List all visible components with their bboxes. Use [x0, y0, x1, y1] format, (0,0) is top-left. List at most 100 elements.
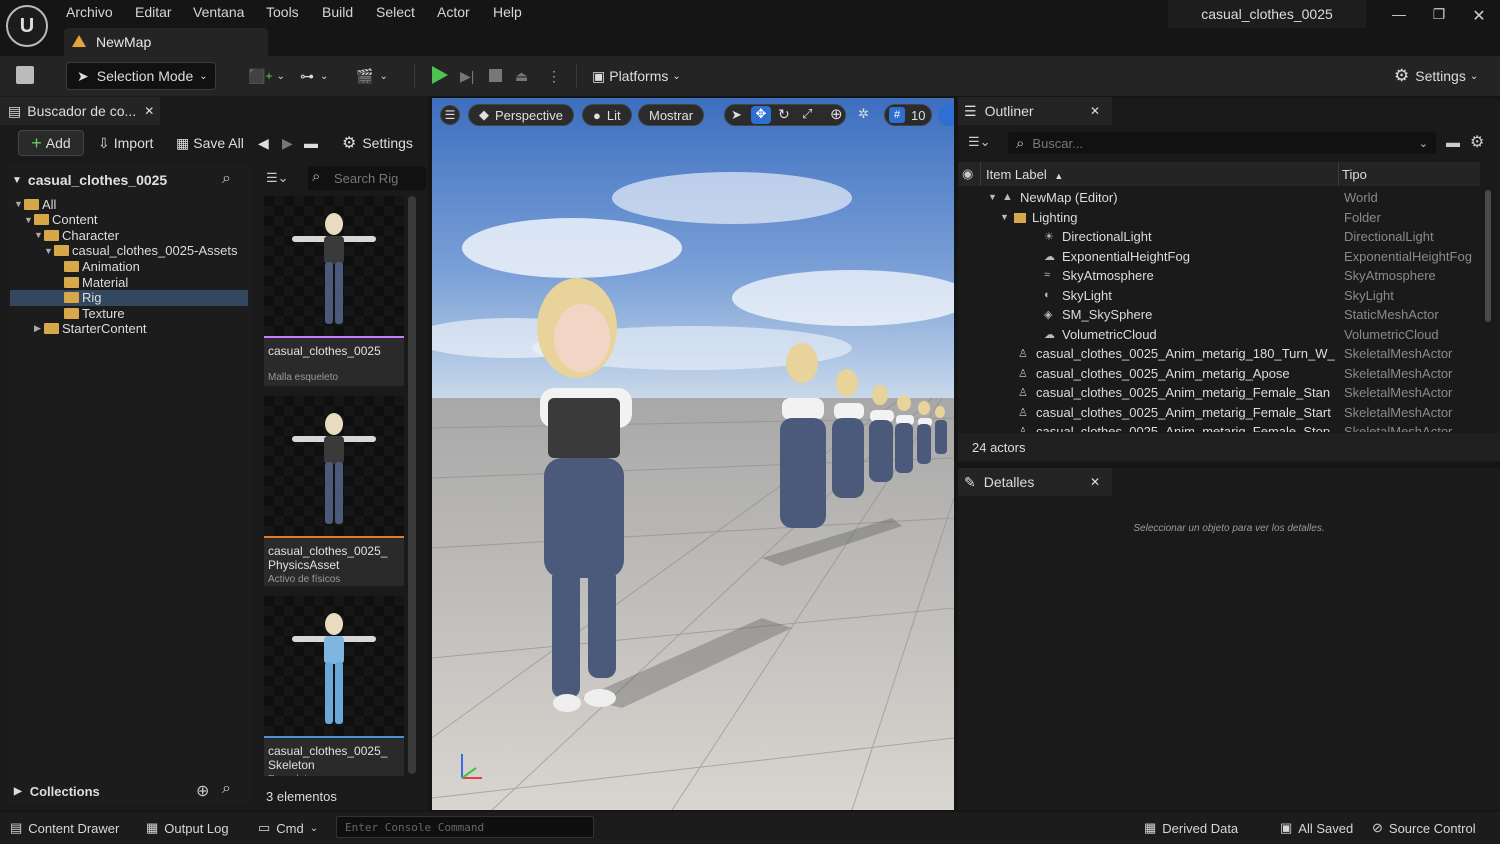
selection-mode-dropdown[interactable]: ➤ Selection Mode ⌄: [66, 62, 216, 90]
caret-down-icon[interactable]: ▼: [988, 192, 1000, 204]
scale-tool-icon[interactable]: ⤢: [802, 106, 812, 122]
add-button[interactable]: + Add: [18, 130, 84, 156]
outliner-row[interactable]: ♙ casual_clothes_0025_Anim_metarig_Female…: [958, 403, 1480, 423]
outliner-row[interactable]: ▼ Lighting Folder: [958, 208, 1480, 228]
more-options-icon[interactable]: ⋮: [547, 62, 561, 90]
show-button[interactable]: Mostrar: [638, 104, 705, 126]
content-browser-tab[interactable]: ▤ Buscador de co... ✕: [0, 97, 160, 125]
outliner-row[interactable]: ☁ ExponentialHeightFog ExponentialHeightFo…: [958, 247, 1480, 267]
unreal-logo-icon[interactable]: U: [6, 5, 48, 47]
asset-tile[interactable]: casual_clothes_0025_ PhysicsAsset Activo …: [264, 396, 404, 586]
tree-item-casual-clothes-0025-assets[interactable]: ▼ casual_clothes_0025-Assets: [10, 243, 248, 259]
lit-button[interactable]: ● Lit: [582, 104, 632, 126]
history-forward-icon[interactable]: ▶: [282, 130, 293, 156]
toolbar-settings-button[interactable]: ⚙ Settings ⌄: [1394, 62, 1478, 90]
tree-root[interactable]: ▼ casual_clothes_0025: [8, 168, 250, 192]
close-tab-icon[interactable]: ✕: [1090, 475, 1100, 489]
caret-icon[interactable]: ▶: [34, 323, 44, 334]
caret-down-icon[interactable]: ▼: [1000, 212, 1012, 224]
tree-item-texture[interactable]: Texture: [10, 305, 248, 321]
tree-item-rig[interactable]: Rig: [10, 289, 248, 306]
map-tab[interactable]: [64, 28, 268, 56]
level-viewport[interactable]: [432, 98, 954, 810]
tree-item-all[interactable]: ▼ All: [10, 196, 248, 212]
filter-icon[interactable]: ☰⌄: [266, 170, 289, 186]
menu-ventana[interactable]: Ventana: [193, 4, 244, 20]
outliner-row[interactable]: ▼ ▲ NewMap (Editor) World: [958, 188, 1480, 208]
menu-tools[interactable]: Tools: [266, 4, 299, 20]
history-back-icon[interactable]: ◀: [258, 130, 269, 156]
all-saved-button[interactable]: ▣ All Saved: [1280, 812, 1353, 844]
cb-settings-button[interactable]: ⚙ Settings: [342, 130, 413, 156]
save-icon[interactable]: [16, 66, 34, 84]
caret-icon[interactable]: ▼: [24, 215, 34, 225]
outliner-row[interactable]: ◈ SM_SkySphere StaticMeshActor: [958, 305, 1480, 325]
outliner-row[interactable]: ☁ VolumetricCloud VolumetricCloud: [958, 325, 1480, 345]
surface-snap-icon[interactable]: ✲: [858, 106, 869, 122]
play-icon[interactable]: [432, 66, 448, 84]
outliner-row[interactable]: ♙ casual_clothes_0025_Anim_metarig_Female…: [958, 422, 1480, 432]
close-window-icon[interactable]: ✕: [1464, 6, 1494, 26]
menu-help[interactable]: Help: [493, 4, 522, 20]
outliner-row[interactable]: ≈ SkyAtmosphere SkyAtmosphere: [958, 266, 1480, 286]
tree-item-content[interactable]: ▼ Content: [10, 212, 248, 228]
browse-folder-icon[interactable]: ▬: [304, 130, 318, 156]
viewport-menu-icon[interactable]: ☰: [440, 105, 460, 125]
derived-data-button[interactable]: ▦ Derived Data: [1144, 812, 1238, 844]
menu-select[interactable]: Select: [376, 4, 415, 20]
add-folder-icon[interactable]: ▬: [1446, 134, 1460, 150]
collections-header[interactable]: ▶ Collections: [8, 778, 250, 804]
world-space-icon[interactable]: ⊕: [830, 105, 843, 123]
close-tab-icon[interactable]: ✕: [1090, 104, 1100, 118]
tree-item-character[interactable]: ▼ Character: [10, 227, 248, 243]
details-tab[interactable]: ✎ Detalles ✕: [958, 468, 1112, 496]
filter-icon[interactable]: ☰⌄: [968, 134, 991, 150]
asset-scrollbar[interactable]: [408, 196, 416, 774]
content-drawer-button[interactable]: ▤ Content Drawer: [10, 812, 119, 844]
outliner-row[interactable]: ◐ SkyLight SkyLight: [958, 286, 1480, 306]
tree-item-animation[interactable]: Animation: [10, 258, 248, 274]
rotate-tool-icon[interactable]: ↻: [778, 106, 790, 123]
platforms-dropdown[interactable]: ▣ Platforms ⌄: [592, 62, 681, 90]
select-tool-icon[interactable]: ➤: [731, 107, 742, 123]
menu-archivo[interactable]: Archivo: [66, 4, 113, 20]
outliner-scrollbar[interactable]: [1485, 190, 1491, 322]
tree-item-material[interactable]: Material: [10, 274, 248, 290]
col-item-label[interactable]: Item Label ▲: [986, 167, 1063, 182]
search-icon[interactable]: ⌕: [222, 170, 231, 188]
outliner-search-input[interactable]: ⌕ Buscar... ⌄: [1008, 132, 1436, 154]
outliner-row[interactable]: ♙ casual_clothes_0025_Anim_metarig_Female…: [958, 383, 1480, 403]
menu-build[interactable]: Build: [322, 4, 353, 20]
visibility-eye-icon[interactable]: ◉: [962, 166, 973, 182]
move-tool-icon[interactable]: ✥: [751, 106, 771, 124]
eject-icon[interactable]: ⏏: [515, 62, 528, 90]
advance-frame-icon[interactable]: ▶|: [460, 62, 474, 90]
add-collection-icon[interactable]: ⊕: [196, 781, 209, 801]
menu-actor[interactable]: Actor: [437, 4, 470, 20]
source-control-button[interactable]: ⊘ Source Control: [1372, 812, 1476, 844]
outliner-row[interactable]: ♙ casual_clothes_0025_Anim_metarig_Apose S…: [958, 364, 1480, 384]
outliner-row[interactable]: ☀ DirectionalLight DirectionalLight: [958, 227, 1480, 247]
save-all-button[interactable]: ▦ Save All: [176, 130, 244, 156]
stop-icon[interactable]: [489, 69, 502, 82]
output-log-button[interactable]: ▦ Output Log: [146, 812, 229, 844]
asset-tile[interactable]: casual_clothes_0025 Malla esqueleto: [264, 196, 404, 386]
console-input[interactable]: Enter Console Command: [336, 816, 594, 838]
restore-icon[interactable]: ❐: [1424, 6, 1454, 26]
gear-icon[interactable]: ⚙: [1470, 132, 1484, 152]
menu-editar[interactable]: Editar: [135, 4, 172, 20]
cmd-dropdown[interactable]: ▭ Cmd ⌄: [258, 812, 318, 844]
close-tab-icon[interactable]: ✕: [144, 104, 154, 118]
rotation-snap-icon[interactable]: [938, 104, 954, 126]
asset-search-input[interactable]: Search Rig: [308, 166, 426, 190]
caret-icon[interactable]: ▼: [14, 199, 24, 209]
search-icon[interactable]: ⌕: [222, 780, 231, 798]
outliner-tab[interactable]: ☰ Outliner ✕: [958, 97, 1112, 125]
blueprint-icon[interactable]: ⊶ ⌄: [300, 62, 328, 90]
minimize-icon[interactable]: —: [1384, 6, 1414, 26]
caret-icon[interactable]: ▼: [34, 230, 44, 240]
asset-tile[interactable]: casual_clothes_0025_ SkeletonEsqueleto: [264, 596, 404, 776]
caret-icon[interactable]: ▼: [44, 246, 54, 256]
grid-snap-button[interactable]: # 10: [884, 104, 932, 126]
perspective-button[interactable]: ◆ Perspective: [468, 104, 574, 126]
